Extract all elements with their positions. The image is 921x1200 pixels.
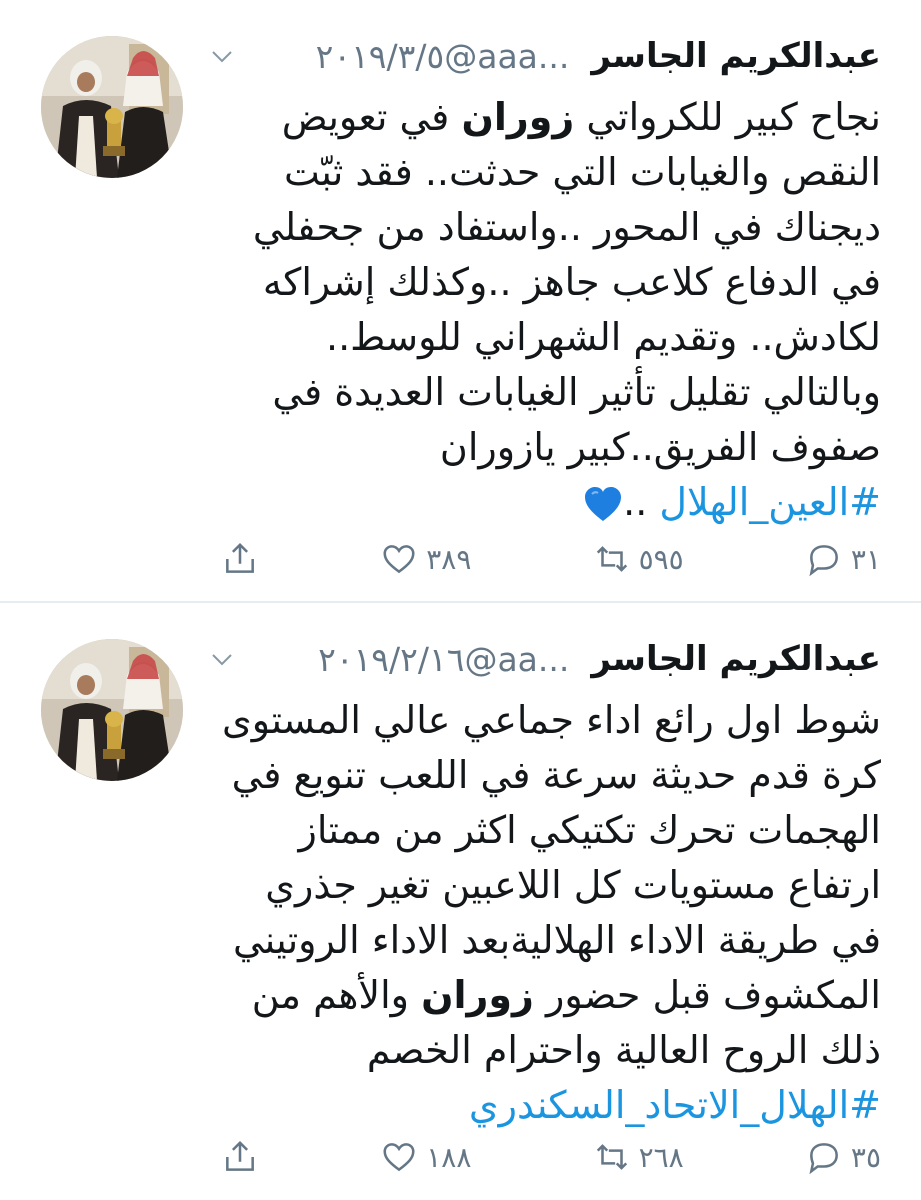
user-handle[interactable]: @aa... bbox=[464, 640, 569, 679]
retweet-count: ٥٩٥ bbox=[638, 542, 684, 576]
mention-name: زوران bbox=[461, 95, 575, 139]
tweet-line: لكادش.. وتقديم الشهراني للوسط.. bbox=[326, 315, 881, 359]
blue-heart-emoji-icon bbox=[583, 485, 623, 525]
tweet-actions: ٣٥ ٢٦٨ ١٨٨ bbox=[221, 1132, 881, 1182]
retweet-icon bbox=[596, 546, 627, 572]
tweet-line: وبالتالي تقليل تأثير الغيابات العديدة في bbox=[272, 370, 881, 414]
avatar-photo bbox=[41, 36, 183, 178]
heart-icon bbox=[383, 545, 415, 574]
reply-count: ٣٥ bbox=[850, 1140, 881, 1174]
tweet-timeline: عبدالكريم الجاسر @aaa... ٢٠١٩/٣/٥ نجاح ك… bbox=[0, 0, 921, 1200]
avatar[interactable] bbox=[41, 639, 183, 781]
avatar-photo bbox=[41, 639, 183, 781]
tweet-text: نجاح كبير للكرواتي زوران في تعويض النقص … bbox=[201, 90, 881, 530]
like-button[interactable]: ١٨٨ bbox=[380, 1138, 471, 1176]
tweet-line: النقص والغيابات التي حدثت.. فقد ثبّت bbox=[283, 150, 881, 194]
tweet-line: الهجمات تحرك تكتيكي اكثر من ممتاز bbox=[298, 808, 881, 852]
tweet-line: نجاح كبير للكرواتي زوران في تعويض bbox=[281, 95, 881, 139]
tweet-header: عبدالكريم الجاسر @aa... ٢٠١٩/٢/١٦ bbox=[201, 631, 881, 687]
tweet-header: عبدالكريم الجاسر @aaa... ٢٠١٩/٣/٥ bbox=[201, 28, 881, 84]
tweet-line: في الدفاع كلاعب جاهز ..وكذلك إشراكه bbox=[262, 260, 881, 304]
tweet-line: #العين_الهلال .. bbox=[201, 475, 881, 530]
reply-icon bbox=[809, 1143, 838, 1175]
user-handle[interactable]: @aaa... bbox=[444, 37, 569, 76]
tweet-line: ديجناك في المحور ..واستفاد من جحفلي bbox=[252, 205, 881, 249]
display-name[interactable]: عبدالكريم الجاسر bbox=[591, 36, 881, 76]
reply-button[interactable]: ٣٥ bbox=[805, 1138, 881, 1176]
tweet-line: #الهلال_الاتحاد_السكندري bbox=[201, 1078, 881, 1133]
tweet-date[interactable]: ٢٠١٩/٣/٥ bbox=[316, 37, 445, 76]
share-icon bbox=[226, 542, 254, 573]
tweet-line: في طريقة الاداء الهلاليةبعد الاداء الروت… bbox=[232, 918, 881, 962]
hashtag-link[interactable]: #الهلال_الاتحاد_السكندري bbox=[469, 1083, 881, 1127]
heart-icon bbox=[383, 1143, 415, 1172]
tweet-line: كرة قدم حديثة سرعة في اللعب تنويع في bbox=[231, 753, 881, 797]
tweet-line: المكشوف قبل حضور زوران والأهم من bbox=[251, 973, 881, 1017]
share-icon bbox=[226, 1140, 254, 1171]
share-button[interactable] bbox=[221, 1138, 259, 1176]
tweet-actions: ٣١ ٥٩٥ ٣٨٩ bbox=[221, 534, 881, 584]
chevron-down-icon[interactable] bbox=[205, 39, 239, 73]
like-count: ١٨٨ bbox=[426, 1140, 472, 1174]
retweet-icon bbox=[596, 1144, 627, 1170]
retweet-button[interactable]: ٥٩٥ bbox=[593, 540, 684, 578]
tweet-text: شوط اول رائع اداء جماعي عالي المستوى كرة… bbox=[201, 693, 881, 1133]
tweet-line: صفوف الفريق..كبير يازوران bbox=[439, 425, 881, 469]
chevron-down-icon[interactable] bbox=[205, 642, 239, 676]
tweet-content: عبدالكريم الجاسر @aaa... ٢٠١٩/٣/٥ نجاح ك… bbox=[201, 28, 881, 530]
retweet-count: ٢٦٨ bbox=[638, 1140, 684, 1174]
tweet-content: عبدالكريم الجاسر @aa... ٢٠١٩/٢/١٦ شوط او… bbox=[201, 631, 881, 1133]
tweet[interactable]: عبدالكريم الجاسر @aaa... ٢٠١٩/٣/٥ نجاح ك… bbox=[0, 0, 921, 603]
tweet-line: ارتفاع مستويات كل اللاعبين تغير جذري bbox=[265, 863, 881, 907]
tweet[interactable]: عبدالكريم الجاسر @aa... ٢٠١٩/٢/١٦ شوط او… bbox=[0, 603, 921, 1200]
retweet-button[interactable]: ٢٦٨ bbox=[593, 1138, 684, 1176]
hashtag-link[interactable]: #العين_الهلال bbox=[659, 480, 881, 524]
avatar[interactable] bbox=[41, 36, 183, 178]
mention-name: زوران bbox=[421, 973, 534, 1017]
like-button[interactable]: ٣٨٩ bbox=[380, 540, 471, 578]
like-count: ٣٨٩ bbox=[426, 542, 472, 576]
display-name[interactable]: عبدالكريم الجاسر bbox=[591, 639, 881, 679]
tweet-line: شوط اول رائع اداء جماعي عالي المستوى bbox=[222, 698, 881, 742]
share-button[interactable] bbox=[221, 540, 259, 578]
reply-icon bbox=[809, 545, 838, 577]
reply-button[interactable]: ٣١ bbox=[805, 540, 881, 578]
tweet-line: ذلك الروح العالية واحترام الخصم bbox=[366, 1028, 881, 1072]
reply-count: ٣١ bbox=[850, 542, 881, 576]
tweet-date[interactable]: ٢٠١٩/٢/١٦ bbox=[318, 640, 464, 679]
